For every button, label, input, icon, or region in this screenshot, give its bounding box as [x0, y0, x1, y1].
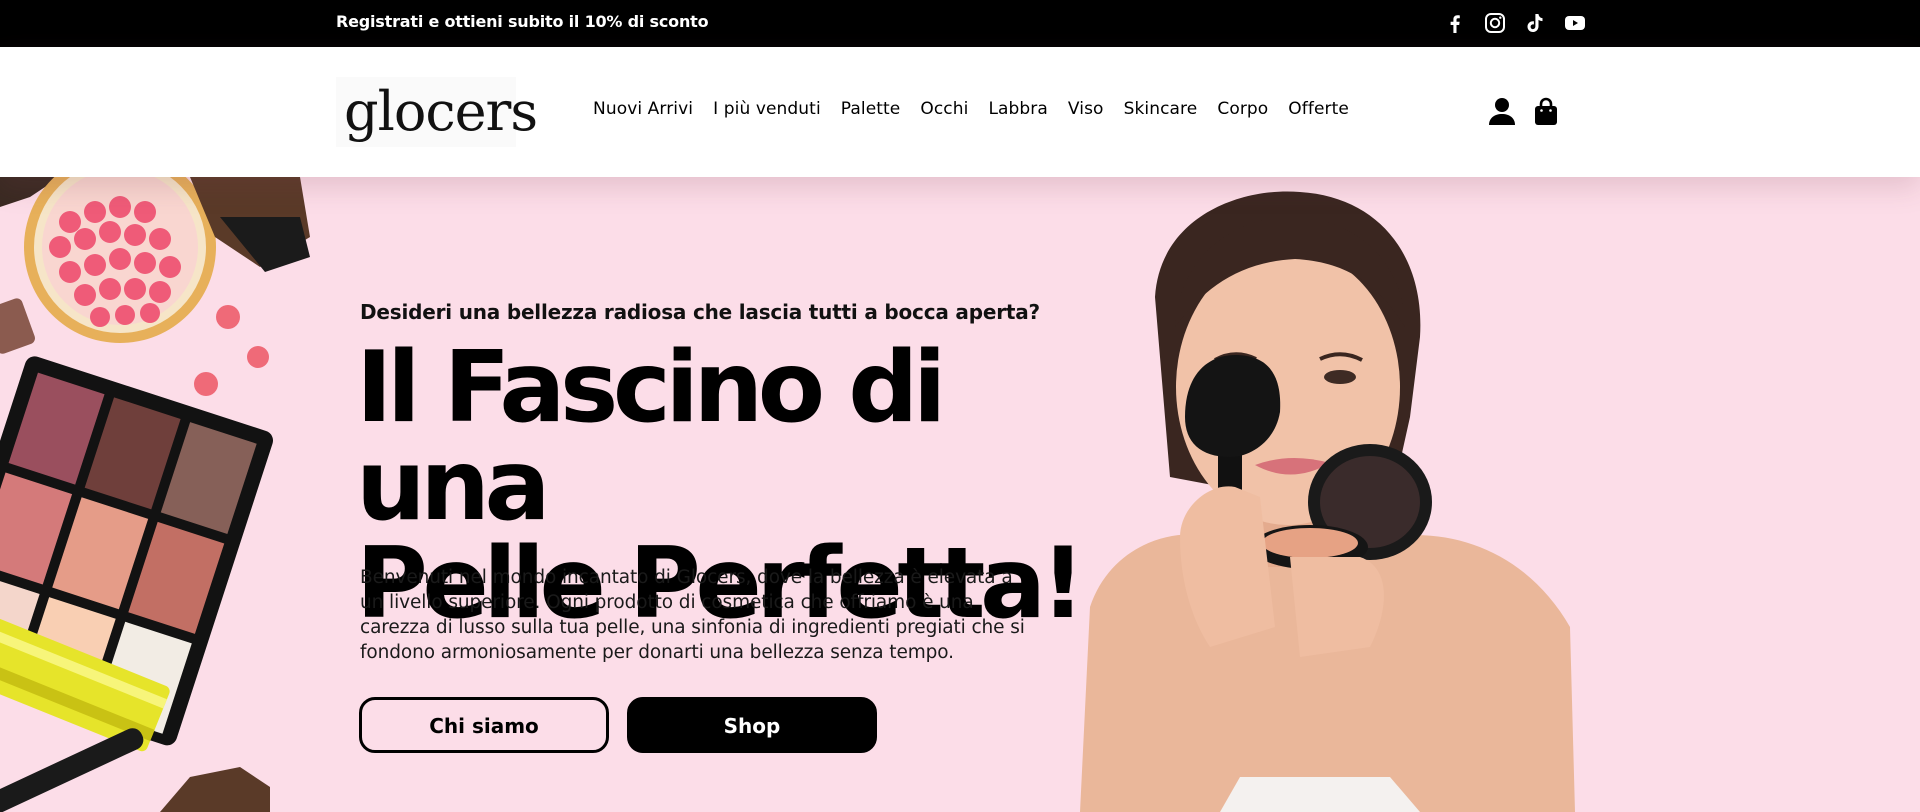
nav-item-skincare[interactable]: Skincare	[1124, 99, 1198, 119]
nav-item-viso[interactable]: Viso	[1068, 99, 1104, 119]
nav-item-nuovi-arrivi[interactable]: Nuovi Arrivi	[593, 99, 693, 119]
nav-item-piu-venduti[interactable]: I più venduti	[713, 99, 821, 119]
facebook-icon[interactable]	[1443, 11, 1467, 35]
hero-description: Benvenuti nel mondo incantato di Glocers…	[360, 567, 1025, 663]
shop-button[interactable]: Shop	[627, 697, 877, 753]
logo[interactable]: glocers	[336, 77, 538, 147]
model-image	[1080, 191, 1575, 812]
nav-item-labbra[interactable]: Labbra	[988, 99, 1047, 119]
nav-item-offerte[interactable]: Offerte	[1288, 99, 1349, 119]
social-links	[1443, 11, 1587, 35]
site-header: glocers Nuovi Arrivi I più venduti Palet…	[0, 47, 1920, 177]
account-icon[interactable]	[1488, 96, 1516, 126]
header-actions	[1488, 96, 1560, 126]
nav-item-palette[interactable]: Palette	[841, 99, 901, 119]
hero-section: Desideri una bellezza radiosa che lascia…	[0, 177, 1920, 812]
tiktok-icon[interactable]	[1523, 11, 1547, 35]
announcement-bar: Registrati e ottieni subito il 10% di sc…	[0, 0, 1920, 47]
nav-item-occhi[interactable]: Occhi	[920, 99, 968, 119]
instagram-icon[interactable]	[1483, 11, 1507, 35]
hero-title-line-1: Il Fascino di una	[356, 331, 946, 543]
main-nav: Nuovi Arrivi I più venduti Palette Occhi…	[593, 99, 1369, 119]
promo-text: Registrati e ottieni subito il 10% di sc…	[336, 12, 709, 31]
about-button[interactable]: Chi siamo	[359, 697, 609, 753]
nav-item-corpo[interactable]: Corpo	[1217, 99, 1268, 119]
hero-subtitle: Desideri una bellezza radiosa che lascia…	[360, 300, 1040, 324]
makeup-products-image	[0, 177, 310, 812]
youtube-icon[interactable]	[1563, 11, 1587, 35]
shopping-bag-icon[interactable]	[1532, 96, 1560, 126]
